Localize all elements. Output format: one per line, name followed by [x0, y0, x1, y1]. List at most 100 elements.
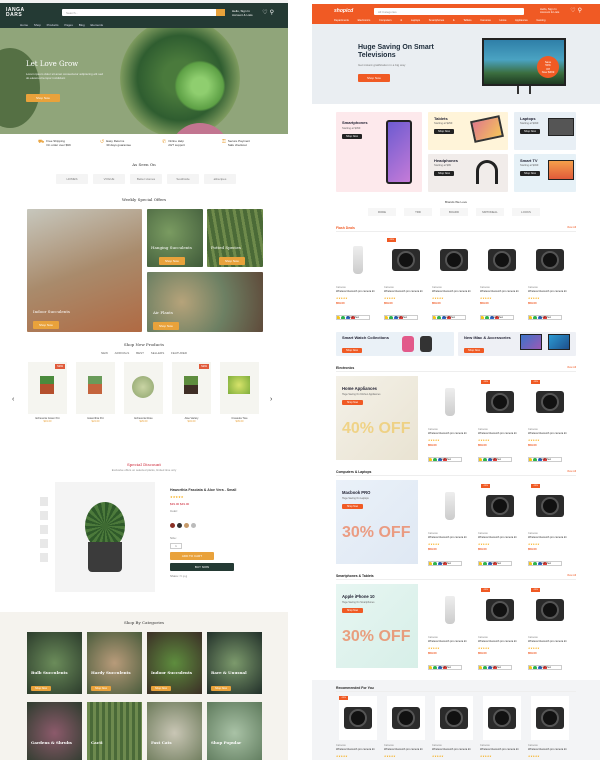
promo-tile[interactable]: Smartphones Starting at $399 Shop Now [336, 112, 422, 192]
search-input[interactable]: All Categories [374, 8, 524, 15]
promo-button[interactable]: Shop Now [520, 129, 540, 134]
category-button[interactable]: Shop Now [91, 686, 111, 691]
thumbnail[interactable] [40, 497, 48, 506]
category-tile[interactable]: Fast Cats [147, 702, 202, 760]
category-banner[interactable]: Macbook PRO Huge Saving On Laptops Shop No… [336, 480, 418, 564]
promo-button[interactable]: Shop Now [520, 171, 540, 176]
product-card[interactable]: Cameras Wireless bluetooth pro camera kit… [336, 238, 380, 326]
promo-button[interactable]: Shop Now [434, 171, 454, 176]
search-button[interactable] [216, 9, 225, 16]
promo-button[interactable]: Shop Now [342, 348, 362, 353]
hero-button[interactable]: Shop Now [26, 94, 60, 102]
color-swatch[interactable] [170, 523, 175, 528]
category-button[interactable]: Shop Now [31, 686, 51, 691]
color-swatch[interactable] [184, 523, 189, 528]
quick-view-button[interactable]: Quick View [428, 561, 462, 566]
quick-view-button[interactable]: Quick View [480, 315, 514, 320]
quick-view-button[interactable]: Quick View [384, 315, 418, 320]
logo[interactable]: IANGA DARS [6, 8, 25, 18]
product-card[interactable]: Cameras Wireless bluetooth pro camera kit… [528, 696, 572, 760]
product-card[interactable]: Cameras Wireless bluetooth pro camera kit… [384, 696, 428, 760]
thumbnail[interactable] [40, 553, 48, 562]
offer-tile[interactable]: Hanging Succulents Shop Now [147, 209, 203, 267]
offer-tile[interactable]: Indoor Succulents Shop Now [27, 209, 142, 332]
product-card[interactable]: NEW Echeveria Green Pot $19.00 [28, 362, 67, 423]
product-card[interactable]: -15% Cameras Wireless bluetooth pro camera… [478, 380, 522, 468]
product-card[interactable]: -15% Cameras Wireless bluetooth pro camera… [528, 484, 572, 572]
product-card[interactable]: -15% Cameras Wireless bluetooth pro camera… [528, 380, 572, 468]
quick-view-button[interactable]: Quick View [432, 315, 466, 320]
offer-button[interactable]: Shop Now [153, 322, 179, 330]
quick-view-button[interactable]: Quick View [428, 665, 462, 670]
promo-button[interactable]: Shop Now [434, 129, 454, 134]
hero-button[interactable]: Shop Now [358, 74, 390, 82]
share-links[interactable]: Share: f t p g [170, 574, 280, 578]
cart-icon[interactable]: ♡⚲ [262, 9, 276, 16]
category-tile[interactable]: Hardy Succulents Shop Now [87, 632, 142, 694]
promo-banner[interactable]: Smart Watch Collections Shop Now [336, 332, 454, 356]
thumbnail[interactable] [40, 525, 48, 534]
view-all-link[interactable]: View All [567, 226, 576, 229]
offer-button[interactable]: Shop Now [219, 257, 245, 265]
banner-button[interactable]: Shop Now [342, 608, 364, 613]
buy-now-button[interactable]: BUY NOW [170, 563, 234, 571]
category-button[interactable]: Shop Now [151, 686, 171, 691]
account-link[interactable]: Hello, Sign In Account & Lists [540, 7, 564, 14]
category-button[interactable]: Shop Now [211, 686, 231, 691]
product-card[interactable]: NEW Aloe Variety $34.00 [172, 362, 211, 423]
product-card[interactable]: Crassula Tree $39.00 [220, 362, 259, 423]
promo-button[interactable]: Shop Now [464, 348, 484, 353]
quick-view-button[interactable]: Quick View [478, 665, 512, 670]
product-tabs[interactable]: NEW ARRIVALS BEST SELLERS FEATURED [0, 351, 288, 355]
quick-view-button[interactable]: Quick View [528, 561, 562, 566]
offer-button[interactable]: Shop Now [159, 257, 185, 265]
product-card[interactable]: Haworthia Pot $24.00 [76, 362, 115, 423]
category-tile[interactable]: Rare & Unusual Shop Now [207, 632, 262, 694]
promo-tile[interactable]: Laptops Starting at $499 Shop Now [514, 112, 576, 150]
product-card[interactable]: -15% Cameras Wireless bluetooth pro camera… [384, 238, 428, 326]
banner-button[interactable]: Shop Now [342, 400, 364, 405]
offer-tile[interactable]: Air Plants Shop Now [147, 272, 263, 332]
category-tile[interactable]: Cacti [87, 702, 142, 760]
promo-tile[interactable]: Tablets Starting at $299 Shop Now [428, 112, 508, 150]
cart-icon[interactable]: ♡⚲ [570, 7, 584, 14]
promo-button[interactable]: Shop Now [342, 134, 362, 139]
banner-button[interactable]: Shop Now [342, 504, 364, 509]
thumbnail[interactable] [40, 511, 48, 520]
product-card[interactable]: Cameras Wireless bluetooth pro camera kit… [480, 238, 524, 326]
promo-banner[interactable]: New iMac & Accessories Shop Now [458, 332, 576, 356]
product-card[interactable]: Cameras Wireless bluetooth pro camera kit… [528, 238, 572, 326]
quick-view-button[interactable]: Quick View [336, 315, 370, 320]
category-banner[interactable]: Home Appliances Huge Saving On Kitchen Ap… [336, 376, 418, 460]
product-card[interactable]: Echeveria Rose $29.00 [124, 362, 163, 423]
quick-view-button[interactable]: Quick View [478, 457, 512, 462]
category-tile[interactable]: Gardens & Shrubs [27, 702, 82, 760]
quick-view-button[interactable]: Quick View [528, 315, 562, 320]
product-card[interactable]: -15% Cameras Wireless bluetooth pro camera… [336, 696, 380, 760]
product-card[interactable]: Cameras Wireless bluetooth pro camera kit… [428, 588, 472, 676]
product-card[interactable]: Cameras Wireless bluetooth pro camera kit… [428, 380, 472, 468]
color-swatch[interactable] [191, 523, 196, 528]
product-card[interactable]: -15% Cameras Wireless bluetooth pro camera… [478, 484, 522, 572]
account-link[interactable]: Hello, Sign In Account & Lists [232, 9, 254, 17]
next-arrow-icon[interactable]: › [270, 396, 272, 403]
logo[interactable]: shopicd [334, 8, 353, 14]
color-swatch[interactable] [177, 523, 182, 528]
promo-tile[interactable]: Smart TV Starting at $499 Shop Now [514, 154, 576, 192]
quick-view-button[interactable]: Quick View [528, 665, 562, 670]
add-to-cart-button[interactable]: ADD TO CART [170, 552, 214, 560]
category-tile[interactable]: Shop Popular [207, 702, 262, 760]
category-tile[interactable]: Indoor Succulents Shop Now [147, 632, 202, 694]
product-card[interactable]: -15% Cameras Wireless bluetooth pro camera… [528, 588, 572, 676]
view-all-link[interactable]: View All [567, 574, 576, 577]
thumbnail[interactable] [40, 539, 48, 548]
product-card[interactable]: Cameras Wireless bluetooth pro camera kit… [432, 238, 476, 326]
category-banner[interactable]: Apple iPhone 10 Huge Saving On Smartphone… [336, 584, 418, 668]
quick-view-button[interactable]: Quick View [478, 561, 512, 566]
prev-arrow-icon[interactable]: ‹ [12, 396, 14, 403]
search-category[interactable]: All Categories [378, 10, 397, 14]
product-card[interactable]: Cameras Wireless bluetooth pro camera kit… [428, 484, 472, 572]
product-card[interactable]: Cameras Wireless bluetooth pro camera kit… [480, 696, 524, 760]
quick-view-button[interactable]: Quick View [528, 457, 562, 462]
promo-tile[interactable]: Headphones Starting at $99 Shop Now [428, 154, 508, 192]
